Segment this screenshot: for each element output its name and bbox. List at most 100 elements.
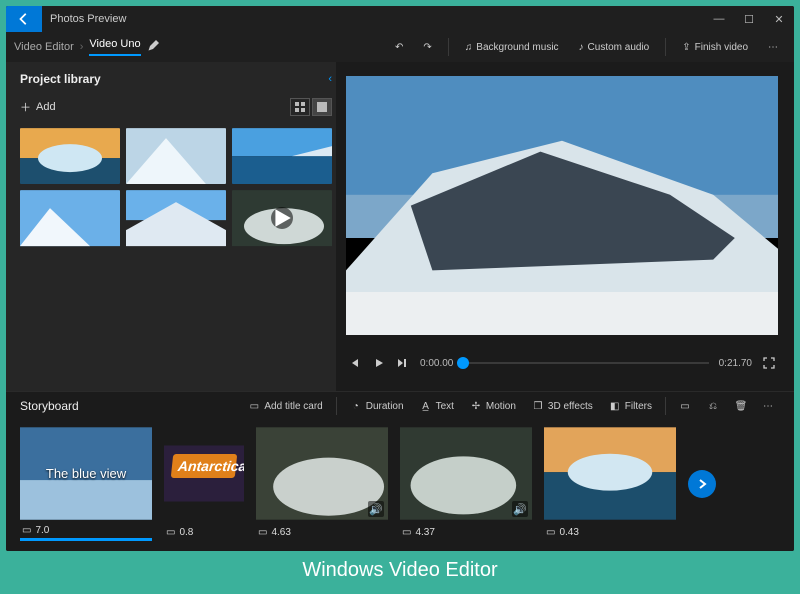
storyboard-more-button[interactable]: ⋯ (756, 398, 780, 415)
clip-overlay-text: Antarctica (171, 454, 238, 478)
3d-effects-button[interactable]: ❒ 3D effects (525, 397, 600, 415)
text-icon: A̲ (420, 400, 432, 412)
text-button[interactable]: A̲ Text (413, 397, 461, 415)
delete-button[interactable]: 🗑 (728, 397, 754, 415)
storyboard-clip-2[interactable]: Antarctica ▭ 0.8 (164, 426, 244, 541)
duration-label: Duration (366, 401, 404, 412)
music-icon: ♫ (465, 42, 473, 53)
image-icon: ▭ (166, 527, 175, 538)
export-icon: ⇪ (682, 42, 690, 53)
storyboard-clip-3[interactable]: 🔊 ▭4.63 (256, 426, 388, 541)
storyboard-clip-1[interactable]: The blue view ▭ 7.0 (20, 426, 152, 541)
split-button[interactable]: ⎌ (700, 397, 726, 415)
preview-video[interactable] (346, 76, 778, 335)
storyboard-clip-4[interactable]: 🔊 ▭ 4.37 (400, 426, 532, 541)
image-icon: ▭ (22, 525, 31, 536)
fullscreen-button[interactable] (762, 356, 776, 370)
add-title-label: Add title card (264, 401, 322, 412)
preview-panel: 0:00.00 0:21.70 (336, 62, 794, 391)
finish-label: Finish video (695, 42, 748, 53)
motion-label: Motion (486, 401, 516, 412)
library-thumb-4[interactable] (20, 190, 120, 246)
clock-icon: ◔ (350, 400, 362, 412)
finish-video-button[interactable]: ⇪ Finish video (674, 38, 756, 57)
divider (336, 397, 337, 415)
storyboard-panel: Storyboard ▭ Add title card ◔ Duration A̲ T… (6, 391, 794, 551)
effects-label: 3D effects (548, 401, 593, 412)
redo-button[interactable]: ↷ (415, 38, 439, 57)
library-thumb-1[interactable] (20, 128, 120, 184)
play-icon (271, 207, 293, 229)
clip-duration: 7.0 (35, 525, 49, 536)
clip-duration: 0.43 (559, 527, 578, 538)
rename-icon[interactable] (147, 40, 159, 55)
split-icon: ⎌ (707, 400, 719, 412)
clip-duration: 4.37 (415, 527, 434, 538)
library-thumb-6[interactable] (232, 190, 332, 246)
duration-button[interactable]: ◔ Duration (343, 397, 411, 415)
breadcrumb-current[interactable]: Video Uno (89, 38, 140, 56)
prev-frame-button[interactable] (348, 356, 362, 370)
divider (665, 38, 666, 56)
figure-caption: Windows Video Editor (6, 551, 794, 588)
current-time: 0:00.00 (420, 358, 453, 369)
back-button[interactable] (6, 6, 42, 32)
scroll-right-button[interactable] (688, 470, 716, 498)
clip-overlay-text: The blue view (20, 426, 152, 521)
motion-icon: ✢ (470, 400, 482, 412)
filter-icon: ◧ (609, 400, 621, 412)
breadcrumb-root[interactable]: Video Editor (14, 41, 74, 53)
motion-button[interactable]: ✢ Motion (463, 397, 523, 415)
close-button[interactable]: ✕ (764, 6, 794, 32)
add-media-button[interactable]: ＋ Add (20, 99, 56, 115)
add-title-card-button[interactable]: ▭ Add title card (241, 397, 329, 415)
transport-bar: 0:00.00 0:21.70 (346, 345, 778, 381)
custom-audio-button[interactable]: ♪ Custom audio (571, 38, 658, 57)
video-icon: ▭ (402, 527, 411, 538)
clip-duration: 0.8 (179, 527, 193, 538)
library-thumb-2[interactable] (126, 128, 226, 184)
custom-audio-label: Custom audio (588, 42, 650, 53)
window-title: Photos Preview (42, 13, 126, 25)
view-grid-button[interactable] (290, 98, 310, 116)
sound-icon: 🔊 (512, 501, 528, 517)
add-label: Add (36, 101, 56, 113)
titlebar: Photos Preview — ☐ ✕ (6, 6, 794, 32)
filters-label: Filters (625, 401, 652, 412)
trash-icon: 🗑 (735, 400, 747, 412)
more-button[interactable]: ⋯ (760, 38, 786, 57)
view-large-button[interactable] (312, 98, 332, 116)
maximize-button[interactable]: ☐ (734, 6, 764, 32)
chevron-right-icon: › (80, 41, 84, 53)
storyboard-clip-5[interactable]: ▭0.43 (544, 426, 676, 541)
total-time: 0:21.70 (719, 358, 752, 369)
library-thumb-3[interactable] (232, 128, 332, 184)
trim-icon: ▭ (679, 400, 691, 412)
play-button[interactable] (372, 356, 386, 370)
bg-music-label: Background music (476, 42, 558, 53)
project-library-panel: Project library ‹ ＋ Add (6, 62, 336, 391)
divider (448, 38, 449, 56)
trim-button[interactable]: ▭ (672, 397, 698, 415)
background-music-button[interactable]: ♫ Background music (457, 38, 567, 57)
storyboard-title: Storyboard (20, 399, 79, 413)
sound-icon: 🔊 (368, 501, 384, 517)
audio-icon: ♪ (579, 42, 584, 53)
cube-icon: ❒ (532, 400, 544, 412)
divider (665, 397, 666, 415)
filters-button[interactable]: ◧ Filters (602, 397, 659, 415)
library-thumb-5[interactable] (126, 190, 226, 246)
next-frame-button[interactable] (396, 356, 410, 370)
seek-slider[interactable] (463, 356, 708, 370)
clip-duration: 4.63 (271, 527, 290, 538)
undo-button[interactable]: ↶ (387, 38, 411, 57)
app-window: Photos Preview — ☐ ✕ Video Editor › Vide… (6, 6, 794, 551)
minimize-button[interactable]: — (704, 6, 734, 32)
collapse-library-icon[interactable]: ‹ (328, 73, 332, 85)
plus-icon: ＋ (20, 99, 31, 115)
library-title: Project library (20, 72, 101, 86)
redo-icon: ↷ (423, 42, 431, 53)
text-label: Text (436, 401, 454, 412)
card-icon: ▭ (248, 400, 260, 412)
undo-icon: ↶ (395, 42, 403, 53)
